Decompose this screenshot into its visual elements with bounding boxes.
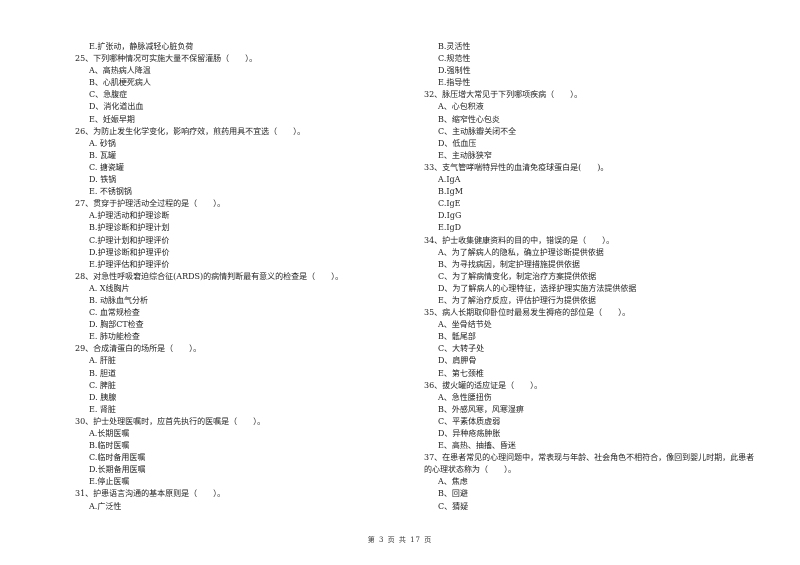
answer-option: C、平素体质虚弱	[438, 416, 501, 426]
answer-option: E、妊娠早期	[89, 114, 135, 124]
question-text: 35、病人长期取仰卧位时最易发生褥疮的部位是（ ）。	[424, 308, 631, 318]
answer-option: D.强制性	[438, 66, 471, 76]
answer-option: C.护理计划和护理评价	[89, 235, 170, 245]
answer-option: E、主动脉狭窄	[438, 150, 492, 160]
answer-option: B.IgM	[438, 187, 463, 197]
answer-option: A. X线胸片	[89, 283, 130, 293]
answer-option: A.长期医嘱	[89, 429, 130, 438]
question-text: 36、拔火罐的适应证是（ ）。	[424, 380, 543, 390]
question-text: 31、护患语言沟通的基本原则是（ ）。	[75, 489, 226, 499]
question-text: 37、在患者常见的心理问题中，常表现与年龄、社会角色不相符合，像回到婴儿时期，此…	[424, 453, 755, 463]
answer-option: D.IgG	[438, 211, 462, 221]
answer-option: D、异种疮疡肿胀	[438, 429, 501, 438]
answer-option: D.护理诊断和护理评价	[89, 247, 170, 257]
answer-option: A. 肝脏	[89, 356, 116, 366]
answer-option: C、急腹症	[89, 90, 128, 100]
answer-option: E.护理评估和护理评价	[89, 259, 170, 269]
page-footer: 第 3 页 共 17 页	[367, 536, 433, 544]
answer-option: C.IgE	[438, 199, 461, 209]
question-text: 33、支气管哮喘特异性的血清免疫球蛋白是( )。	[424, 162, 609, 172]
answer-option: E.IgD	[438, 223, 462, 233]
question-text: 27、贯穿于护理活动全过程的是（ ）。	[75, 199, 226, 209]
answer-option: C、主动脉瓣关闭不全	[438, 126, 517, 136]
answer-option: E、第七颈椎	[438, 368, 484, 378]
answer-option: E.指导性	[438, 78, 471, 88]
answer-option: D、为了解病人的心理特征，选择护理实施方法提供依据	[438, 283, 637, 293]
answer-option: D、肩胛骨	[438, 356, 477, 366]
answer-option: D. 胰腺	[89, 392, 117, 402]
answer-option: B. 胆道	[89, 368, 116, 378]
answer-option: E.停止医嘱	[89, 477, 130, 487]
question-text: 30、护士处理医嘱时，应首先执行的医嘱是（ ）。	[75, 416, 266, 426]
answer-option: B、缩窄性心包炎	[438, 114, 500, 124]
answer-option: A.广泛性	[89, 501, 122, 511]
answer-option: B.临时医嘱	[89, 441, 130, 451]
answer-option: D. 铁锅	[89, 175, 117, 185]
question-text: 25、下列哪种情况可实施大量不保留灌肠（ ）。	[75, 54, 258, 64]
answer-option: E. 肾脏	[89, 404, 116, 414]
answer-option: A、高热病人降温	[89, 66, 151, 76]
answer-option: E、高热、抽搐、昏迷	[438, 441, 516, 451]
answer-option: C、猜疑	[438, 501, 469, 511]
answer-option: E、为了解治疗反应，评估护理行为提供依据	[438, 295, 596, 305]
question-text: 28、对急性呼吸窘迫综合征(ARDS)的病情判断最有意义的检查是（ ）。	[75, 271, 344, 281]
answer-option: A、坐骨结节处	[438, 320, 492, 330]
answer-option: B.护理诊断和护理计划	[89, 223, 170, 233]
answer-option: E.扩张动，静脉减轻心脏负荷	[89, 42, 194, 51]
question-text: 32、脉压增大常见于下列哪项疾病（ ）。	[424, 90, 583, 100]
left-column: E.扩张动，静脉减轻心脏负荷 25、下列哪种情况可实施大量不保留灌肠（ ）。 A、高…	[75, 41, 405, 513]
answer-option: B、为寻找病因，制定护理措施提供依据	[438, 259, 580, 269]
answer-option: B. 动脉血气分析	[89, 295, 148, 305]
question-text: 26、为防止发生化学变化，影响疗效，煎药用具不宜选（ ）。	[75, 126, 306, 136]
answer-option: D、消化道出血	[89, 102, 144, 112]
answer-option: B、骶尾部	[438, 332, 476, 342]
answer-option: D.长期备用医嘱	[89, 465, 146, 475]
answer-option: B. 瓦罐	[89, 150, 116, 160]
answer-option: C.临时备用医嘱	[89, 453, 146, 463]
answer-option: B、心肌梗死病人	[89, 78, 151, 88]
answer-option: C. 脾脏	[89, 380, 116, 390]
answer-option: C. 搪瓷罐	[89, 162, 124, 172]
answer-option: A、焦虑	[438, 477, 468, 487]
answer-option: A、为了解病人的隐私，确立护理诊断提供依据	[438, 247, 604, 257]
answer-option: D、低血压	[438, 138, 477, 148]
answer-option: C、为了解病情变化，制定治疗方案提供依据	[438, 271, 597, 281]
answer-option: C、大转子处	[438, 344, 485, 354]
answer-option: B、外感风寒，风寒湿痹	[438, 404, 524, 414]
answer-option: D. 胸部CT检查	[89, 320, 144, 330]
answer-option: E. 肺功能检查	[89, 332, 140, 342]
answer-option: A.护理活动和护理诊断	[89, 211, 170, 221]
question-text: 的心理状态称为（ ）。	[424, 465, 516, 475]
question-text: 34、护士收集健康资料的目的中，错误的是（ ）。	[424, 235, 615, 245]
answer-option: C. 血常规检查	[89, 308, 140, 318]
answer-option: A、急性腰扭伤	[438, 392, 492, 402]
answer-option: A、心包积液	[438, 102, 484, 112]
answer-option: C.规范性	[438, 54, 471, 64]
answer-option: B.灵活性	[438, 42, 471, 51]
question-text: 29、合成清蛋白的场所是（ ）。	[75, 344, 202, 354]
answer-option: A.IgA	[438, 175, 461, 185]
right-column: B.灵活性 C.规范性 D.强制性 E.指导性 32、脉压增大常见于下列哪项疾病（ ）。…	[424, 41, 764, 513]
answer-option: B、回避	[438, 489, 468, 499]
answer-option: A. 砂锅	[89, 138, 116, 148]
answer-option: E. 不锈钢锅	[89, 187, 132, 197]
